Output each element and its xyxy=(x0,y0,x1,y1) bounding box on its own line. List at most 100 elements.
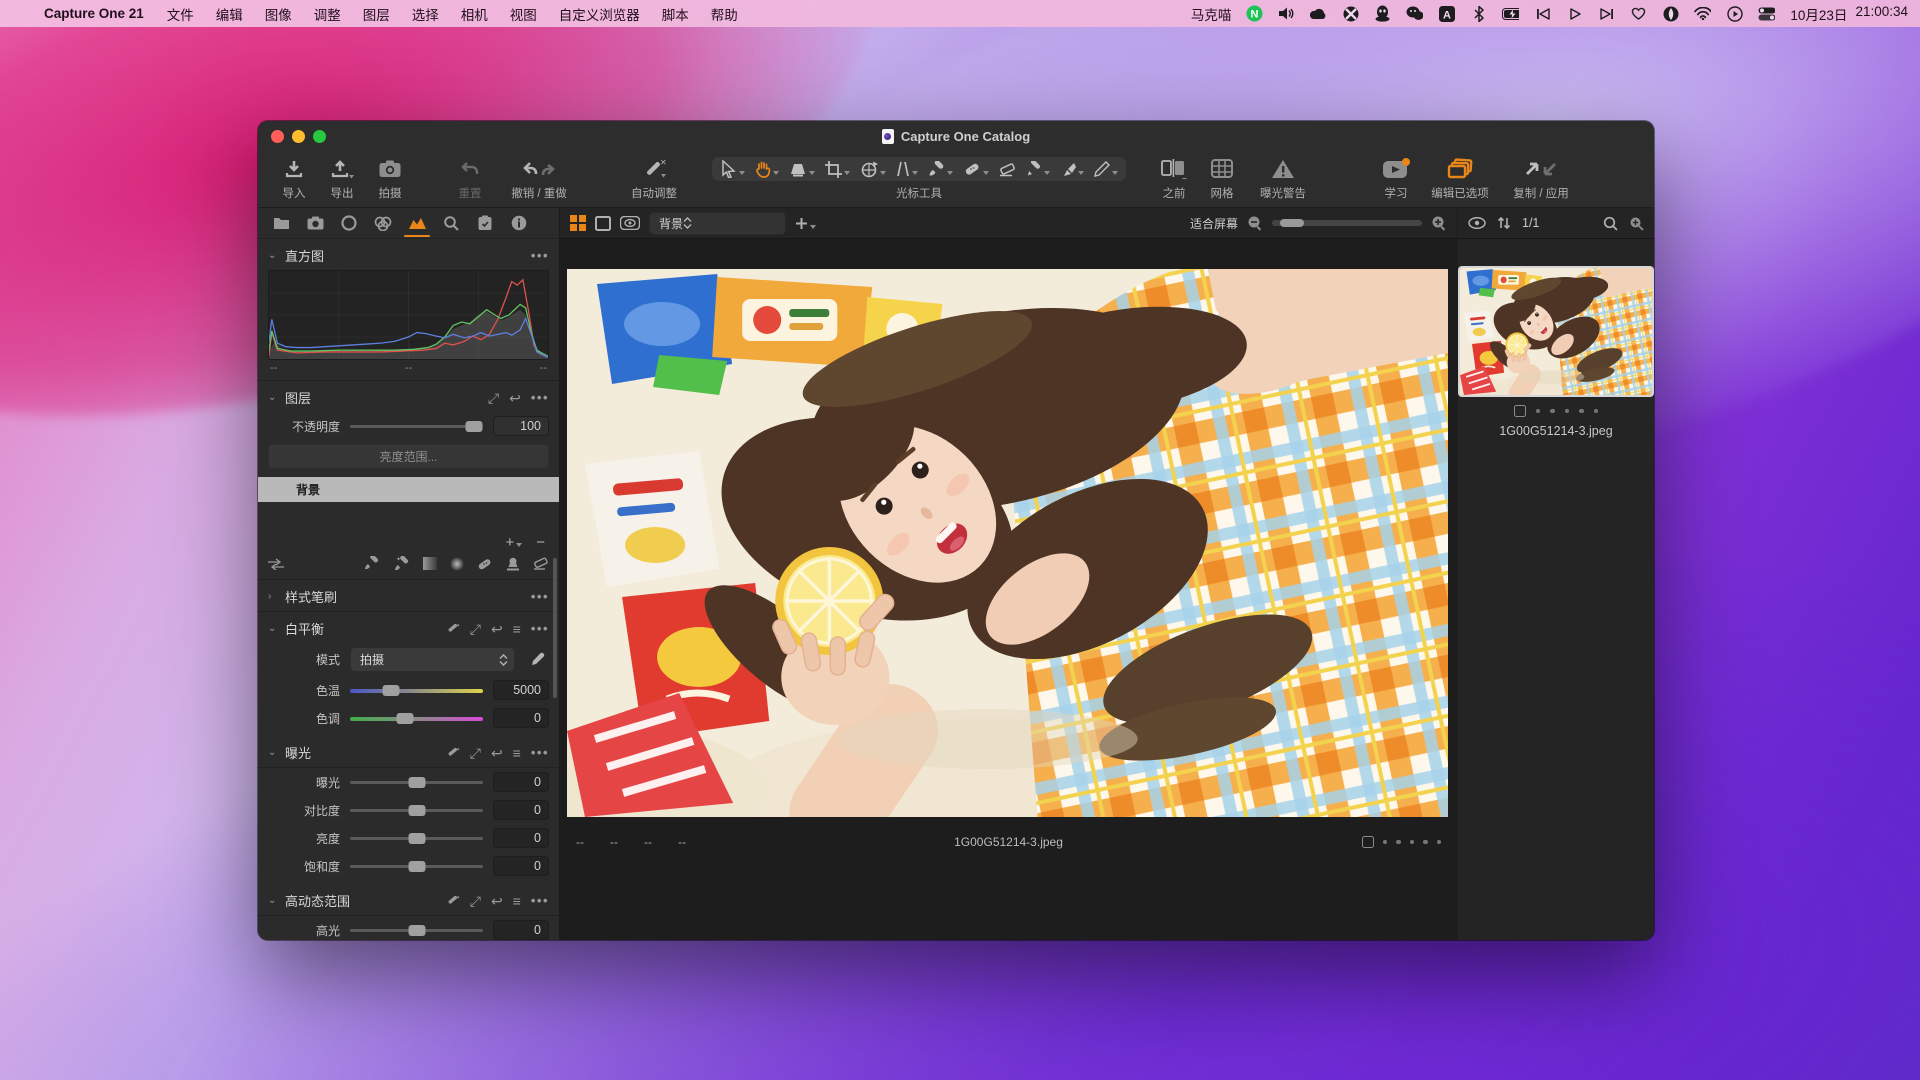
exp-auto-icon[interactable]: ✦ xyxy=(446,746,460,759)
menu-file[interactable]: 文件 xyxy=(156,4,205,24)
heart-icon[interactable] xyxy=(1630,5,1647,22)
loupe-tool[interactable] xyxy=(789,161,815,177)
auto-adjust-button[interactable]: ✕ 自动调整 xyxy=(622,157,686,201)
tab-library[interactable] xyxy=(266,209,296,237)
menu-camera[interactable]: 相机 xyxy=(450,4,499,24)
select-tool[interactable] xyxy=(720,160,745,178)
thumb-rating-dot[interactable] xyxy=(1594,409,1599,414)
bluetooth-icon[interactable] xyxy=(1470,5,1487,22)
browser-sort-icon[interactable] xyxy=(1497,216,1511,230)
copy-apply-button[interactable]: 复制 / 应用 xyxy=(1502,157,1580,201)
hdr-presets-icon[interactable]: ≡ xyxy=(513,894,521,908)
contrast-slider[interactable] xyxy=(350,803,483,817)
volume-icon[interactable] xyxy=(1278,5,1295,22)
luma-range-button[interactable]: 亮度范围... xyxy=(268,444,549,469)
layer-clone-icon[interactable] xyxy=(506,557,520,571)
tab-exposure-active[interactable] xyxy=(402,209,432,237)
multi-view-icon[interactable] xyxy=(570,215,586,231)
layers-header[interactable]: ⌄ 图层 ⤢ ↩ ••• xyxy=(258,381,559,412)
add-layer-button[interactable]: + xyxy=(505,534,522,551)
qq-icon[interactable] xyxy=(1374,5,1391,22)
menu-script[interactable]: 脚本 xyxy=(651,4,700,24)
proof-view-icon[interactable] xyxy=(620,216,640,230)
background-layer-row[interactable]: 背景 xyxy=(258,477,559,502)
menubar-time[interactable]: 21:00:34 xyxy=(1855,4,1908,24)
thumb-rating-dot[interactable] xyxy=(1536,409,1541,414)
layer-list-empty[interactable] xyxy=(258,502,559,534)
browser-search-icon[interactable] xyxy=(1603,216,1618,231)
browser-eye-icon[interactable] xyxy=(1468,217,1486,229)
thumbnail-selected[interactable] xyxy=(1458,266,1654,397)
exposure-header[interactable]: ⌄ 曝光 ✦ ⤢ ↩ ≡ ••• xyxy=(258,736,559,768)
tint-slider[interactable] xyxy=(350,711,483,725)
thumb-rating-dot[interactable] xyxy=(1565,409,1570,414)
wheel-app-icon[interactable] xyxy=(1342,5,1359,22)
histogram-more-icon[interactable]: ••• xyxy=(531,248,549,263)
hdr-expand-icon[interactable]: ⤢ xyxy=(470,894,481,908)
highlight-slider[interactable] xyxy=(350,923,483,937)
zoom-out-icon[interactable] xyxy=(1247,215,1263,231)
rating-dot[interactable] xyxy=(1383,840,1388,845)
media-play-icon[interactable] xyxy=(1566,5,1583,22)
layer-magic-brush-icon[interactable]: ✦ xyxy=(393,556,410,571)
layer-radial-gradient-icon[interactable] xyxy=(450,557,464,571)
rating-dot[interactable] xyxy=(1437,840,1442,845)
highlight-value[interactable]: 0 xyxy=(493,920,549,940)
add-view-icon[interactable] xyxy=(795,217,816,230)
menu-select[interactable]: 选择 xyxy=(401,4,450,24)
browser-zoom-icon[interactable] xyxy=(1629,216,1644,231)
hdr-more-icon[interactable]: ••• xyxy=(531,893,549,908)
temp-value[interactable]: 5000 xyxy=(493,680,549,700)
cloud-app-icon[interactable] xyxy=(1310,5,1327,22)
menu-layer[interactable]: 图层 xyxy=(352,4,401,24)
export-button[interactable]: 导出 xyxy=(320,157,364,201)
viewer-layer-dropdown[interactable]: 背景 xyxy=(649,212,786,235)
menu-image[interactable]: 图像 xyxy=(254,4,303,24)
netease-music-icon[interactable]: N xyxy=(1246,5,1263,22)
layers-expand-icon[interactable]: ⤢ xyxy=(488,391,499,405)
histogram-header[interactable]: ⌄ 直方图 ••• xyxy=(258,239,559,270)
saturation-value[interactable]: 0 xyxy=(493,856,549,876)
remove-layer-button[interactable]: − xyxy=(536,534,545,551)
globe-app-icon[interactable] xyxy=(1662,5,1679,22)
tab-metadata[interactable] xyxy=(470,209,500,237)
close-button[interactable] xyxy=(271,130,284,143)
erase-tool[interactable] xyxy=(999,162,1016,177)
minimize-button[interactable] xyxy=(292,130,305,143)
layers-reset-icon[interactable]: ↩ xyxy=(509,391,521,405)
hdr-auto-icon[interactable]: ✦ xyxy=(446,894,460,907)
learn-button[interactable]: 学习 xyxy=(1374,157,1418,201)
input-method-icon[interactable]: A xyxy=(1438,5,1455,22)
tab-info[interactable] xyxy=(504,209,534,237)
app-menu-title[interactable]: Capture One 21 xyxy=(32,6,156,21)
capture-button[interactable]: 拍摄 xyxy=(368,157,412,201)
temp-slider[interactable] xyxy=(350,683,483,697)
wb-mode-dropdown[interactable]: 拍摄 xyxy=(350,647,515,672)
exp-expand-icon[interactable]: ⤢ xyxy=(470,746,481,760)
thumb-rating-dot[interactable] xyxy=(1550,409,1555,414)
panel-scrollbar[interactable] xyxy=(553,558,557,698)
menu-custom-browser[interactable]: 自定义浏览器 xyxy=(548,4,651,24)
contrast-value[interactable]: 0 xyxy=(493,800,549,820)
wb-more-icon[interactable]: ••• xyxy=(531,621,549,636)
viewer-zoom-slider[interactable] xyxy=(1272,220,1422,226)
gradient-mask-tool[interactable] xyxy=(1094,161,1118,177)
menubar-date[interactable]: 10月23日 xyxy=(1790,4,1847,24)
window-titlebar[interactable]: Capture One Catalog xyxy=(258,121,1654,151)
layer-brush-icon[interactable] xyxy=(364,556,380,571)
exposure-value[interactable]: 0 xyxy=(493,772,549,792)
reset-button[interactable]: 重置 xyxy=(448,157,492,201)
rotate-tool[interactable] xyxy=(860,161,886,178)
layer-linear-gradient-icon[interactable] xyxy=(423,557,437,570)
brightness-slider[interactable] xyxy=(350,831,483,845)
wb-presets-icon[interactable]: ≡ xyxy=(513,622,521,636)
wifi-icon[interactable] xyxy=(1694,5,1711,22)
crop-tool[interactable] xyxy=(825,161,850,178)
import-button[interactable]: 导入 xyxy=(272,157,316,201)
straighten-tool[interactable] xyxy=(896,161,918,177)
single-view-icon[interactable] xyxy=(595,216,611,231)
tab-lens[interactable] xyxy=(334,209,364,237)
tab-color[interactable] xyxy=(368,209,398,237)
exp-presets-icon[interactable]: ≡ xyxy=(513,746,521,760)
undo-redo-button[interactable]: 撤销 / 重做 xyxy=(496,157,582,201)
